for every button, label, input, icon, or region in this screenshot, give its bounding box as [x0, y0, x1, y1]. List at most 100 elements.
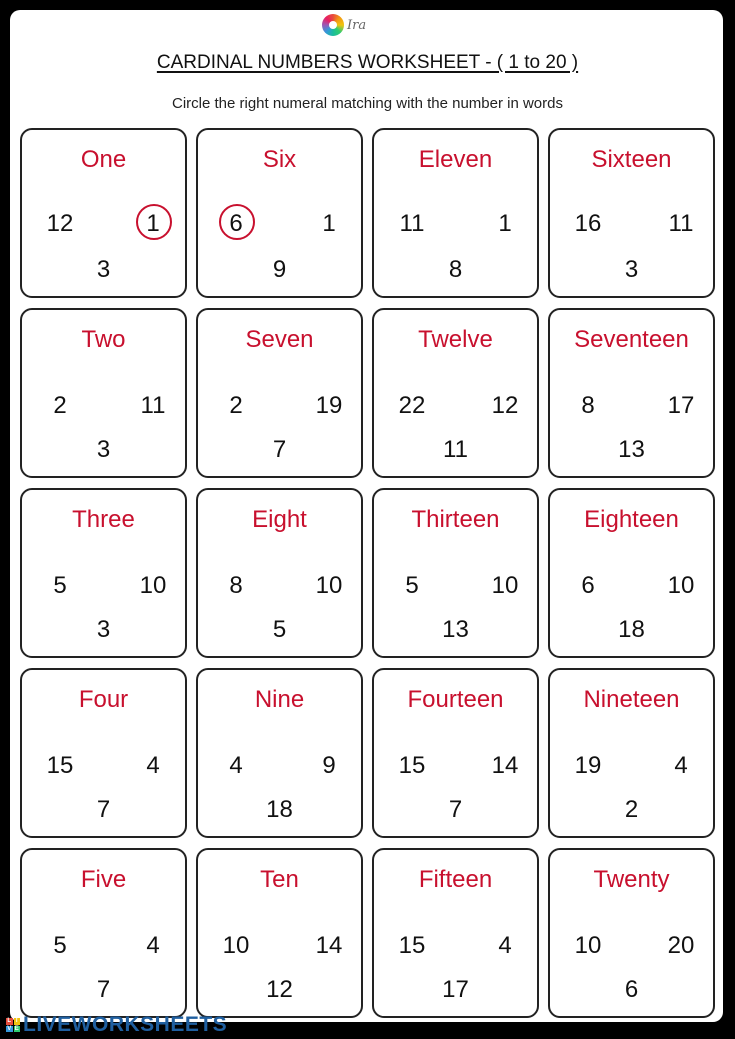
numeral-option-right[interactable]: 10: [307, 568, 351, 604]
numeral-option-bottom[interactable]: 5: [258, 612, 302, 648]
numeral-option-right[interactable]: 10: [659, 568, 703, 604]
numeral-option-left[interactable]: 10: [214, 928, 258, 964]
numeral-option-left[interactable]: 19: [566, 748, 610, 784]
numeral-option-bottom[interactable]: 11: [434, 432, 478, 468]
numeral-option-bottom[interactable]: 7: [258, 432, 302, 468]
logo-letter: I: [13, 1018, 20, 1025]
logo-letter: L: [6, 1018, 13, 1025]
numeral-option-right[interactable]: 4: [483, 928, 527, 964]
liveworksheets-logo-icon: L I V E: [6, 1018, 20, 1032]
logo-text: Ira: [347, 17, 367, 33]
numeral-option-left[interactable]: 6: [214, 204, 258, 242]
number-card-thirteen: Thirteen 5 10 13: [372, 488, 539, 658]
numeral-option-right[interactable]: 1: [483, 206, 527, 242]
numeral-option-left[interactable]: 12: [38, 206, 82, 242]
numeral-option-right[interactable]: 4: [131, 928, 175, 964]
numeral-option-left[interactable]: 15: [390, 928, 434, 964]
numeral-option-bottom[interactable]: 9: [258, 252, 302, 288]
numeral-option-right[interactable]: 10: [131, 568, 175, 604]
numeral-option-left[interactable]: 5: [38, 568, 82, 604]
number-word: Fourteen: [407, 686, 504, 713]
number-card-seventeen: Seventeen 8 17 13: [548, 308, 715, 478]
number-word: One: [80, 146, 127, 173]
number-card-nineteen: Nineteen 19 4 2: [548, 668, 715, 838]
numeral-option-bottom[interactable]: 8: [434, 252, 478, 288]
numeral-option-left[interactable]: 2: [214, 388, 258, 424]
number-card-six: Six 6 1 9: [196, 128, 363, 298]
numeral-option-left[interactable]: 11: [390, 206, 434, 242]
number-word: Eighteen: [584, 506, 679, 533]
worksheet-title: CARDINAL NUMBERS WORKSHEET - ( 1 to 20 ): [0, 52, 735, 74]
numeral-option-bottom[interactable]: 13: [434, 612, 478, 648]
numeral-option-right[interactable]: 11: [659, 206, 703, 242]
numeral-option-bottom[interactable]: 7: [82, 972, 126, 1008]
numeral-option-left[interactable]: 10: [566, 928, 610, 964]
numeral-option-right[interactable]: 12: [483, 388, 527, 424]
number-word: Five: [80, 866, 127, 893]
numeral-option-left[interactable]: 4: [214, 748, 258, 784]
numeral-option-left[interactable]: 5: [390, 568, 434, 604]
numeral-option-left[interactable]: 15: [390, 748, 434, 784]
numeral-option-bottom[interactable]: 13: [610, 432, 654, 468]
numeral-option-bottom[interactable]: 3: [610, 252, 654, 288]
worksheet-title-text: CARDINAL NUMBERS WORKSHEET - ( 1 to 20 ): [156, 52, 579, 73]
number-card-grid: One 12 1 3 Six 6 1 9 Eleven 11 1 8 Sixteen 16 11 3 Two 2 1…: [20, 128, 715, 1018]
logo-letter: E: [13, 1025, 20, 1032]
number-card-fifteen: Fifteen 15 4 17: [372, 848, 539, 1018]
liveworksheets-brand: L I V E LIVEWORKSHEETS: [6, 1013, 227, 1037]
liveworksheets-text: LIVEWORKSHEETS: [23, 1013, 228, 1036]
numeral-option-bottom[interactable]: 7: [82, 792, 126, 828]
number-word: Six: [262, 146, 297, 173]
numeral-option-left[interactable]: 5: [38, 928, 82, 964]
numeral-option-bottom[interactable]: 18: [610, 612, 654, 648]
numeral-option-right[interactable]: 10: [483, 568, 527, 604]
numeral-option-left[interactable]: 16: [566, 206, 610, 242]
numeral-option-bottom[interactable]: 7: [434, 792, 478, 828]
number-card-two: Two 2 11 3: [20, 308, 187, 478]
number-card-three: Three 5 10 3: [20, 488, 187, 658]
numeral-option-left[interactable]: 8: [214, 568, 258, 604]
numeral-option-right[interactable]: 19: [307, 388, 351, 424]
numeral-option-bottom[interactable]: 6: [610, 972, 654, 1008]
numeral-option-bottom[interactable]: 18: [258, 792, 302, 828]
number-word: Fifteen: [418, 866, 493, 893]
numeral-option-right[interactable]: 4: [131, 748, 175, 784]
numeral-option-right[interactable]: 14: [483, 748, 527, 784]
number-word: Eleven: [418, 146, 493, 173]
number-card-eleven: Eleven 11 1 8: [372, 128, 539, 298]
logo-letter: V: [6, 1025, 13, 1032]
number-word: Two: [81, 326, 126, 353]
numeral-option-bottom[interactable]: 3: [82, 612, 126, 648]
numeral-option-right[interactable]: 9: [307, 748, 351, 784]
numeral-option-right[interactable]: 1: [131, 204, 175, 242]
numeral-option-left[interactable]: 6: [566, 568, 610, 604]
numeral-option-bottom[interactable]: 3: [82, 252, 126, 288]
number-word: Eight: [252, 506, 307, 533]
number-card-twelve: Twelve 22 12 11: [372, 308, 539, 478]
numeral-option-right[interactable]: 11: [131, 388, 175, 424]
numeral-option-bottom[interactable]: 3: [82, 432, 126, 468]
color-wheel-logo-icon: [322, 14, 344, 36]
number-word: Twenty: [593, 866, 670, 893]
number-card-nine: Nine 4 9 18: [196, 668, 363, 838]
number-card-four: Four 15 4 7: [20, 668, 187, 838]
number-card-one: One 12 1 3: [20, 128, 187, 298]
number-word: Three: [72, 506, 135, 533]
instruction-text: Circle the right numeral matching with t…: [171, 95, 563, 112]
number-card-ten: Ten 10 14 12: [196, 848, 363, 1018]
numeral-option-right[interactable]: 1: [307, 206, 351, 242]
numeral-option-bottom[interactable]: 17: [434, 972, 478, 1008]
numeral-option-right[interactable]: 14: [307, 928, 351, 964]
numeral-option-bottom[interactable]: 12: [258, 972, 302, 1008]
numeral-option-right[interactable]: 4: [659, 748, 703, 784]
numeral-option-bottom[interactable]: 2: [610, 792, 654, 828]
numeral-option-left[interactable]: 2: [38, 388, 82, 424]
numeral-option-left[interactable]: 15: [38, 748, 82, 784]
numeral-option-right[interactable]: 17: [659, 388, 703, 424]
numeral-option-left[interactable]: 22: [390, 388, 434, 424]
number-word: Nineteen: [583, 686, 680, 713]
number-word: Thirteen: [411, 506, 500, 533]
number-word: Four: [78, 686, 129, 713]
numeral-option-right[interactable]: 20: [659, 928, 703, 964]
numeral-option-left[interactable]: 8: [566, 388, 610, 424]
